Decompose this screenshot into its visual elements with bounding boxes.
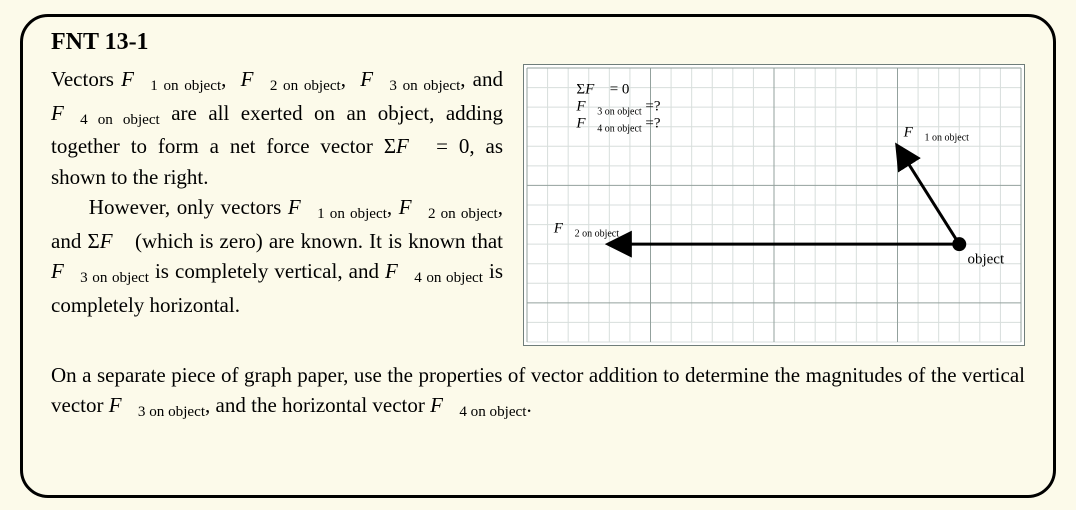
instruction: On a separate piece of graph paper, use … (51, 360, 1025, 424)
vec-F1b: F⃗1 on object (288, 195, 387, 219)
vec-F1: F⃗1 on object (121, 67, 221, 91)
figure-svg: ΣF⃗ = 0F⃗3 on object =?F⃗4 on object =?F… (524, 65, 1024, 345)
columns: Vectors F⃗1 on object, F⃗2 on object, F⃗… (51, 64, 1025, 346)
text-column: Vectors F⃗1 on object, F⃗2 on object, F⃗… (51, 64, 503, 346)
vec-F4b: F⃗4 on object (385, 259, 483, 283)
problem-card: FNT 13-1 Vectors F⃗1 on object, F⃗2 on o… (20, 14, 1056, 498)
p1-b: , (221, 67, 233, 91)
vec-F3b: F⃗3 on object (51, 259, 149, 283)
p2-a: However, only vectors (89, 195, 288, 219)
vec-F3c: F⃗3 on object (109, 393, 205, 417)
vec-sum-b: ΣF⃗ (87, 229, 128, 253)
vec-F4: F⃗4 on object (51, 101, 160, 125)
vector-figure: ΣF⃗ = 0F⃗3 on object =?F⃗4 on object =?F… (523, 64, 1025, 346)
p2-d: (which is zero) are known. It is known t… (129, 229, 503, 253)
vec-F2b: F⃗2 on object (399, 195, 498, 219)
bottom-c: . (526, 393, 531, 417)
svg-text:ΣF⃗ = 0: ΣF⃗ = 0 (576, 81, 629, 97)
svg-text:object: object (967, 252, 1004, 268)
problem-title: FNT 13-1 (51, 29, 1025, 56)
vec-F3: F⃗3 on object (360, 67, 460, 91)
p1-a: Vectors (51, 67, 121, 91)
p2-e: is completely vertical, and (149, 259, 385, 283)
vec-F2: F⃗2 on object (241, 67, 341, 91)
vec-sum: ΣF⃗ = 0 (384, 134, 470, 158)
vec-F4c: F⃗4 on object (430, 393, 526, 417)
paragraph-1: Vectors F⃗1 on object, F⃗2 on object, F⃗… (51, 64, 503, 192)
p1-c: , (341, 67, 353, 91)
svg-text:F⃗4 on object =?: F⃗4 on object =? (575, 115, 660, 134)
p1-d: , and (460, 67, 503, 91)
paragraph-2: However, only vectors F⃗1 on object, F⃗2… (51, 192, 503, 320)
bottom-b: , and the horizontal vector (205, 393, 430, 417)
p2-b: , (387, 195, 399, 219)
